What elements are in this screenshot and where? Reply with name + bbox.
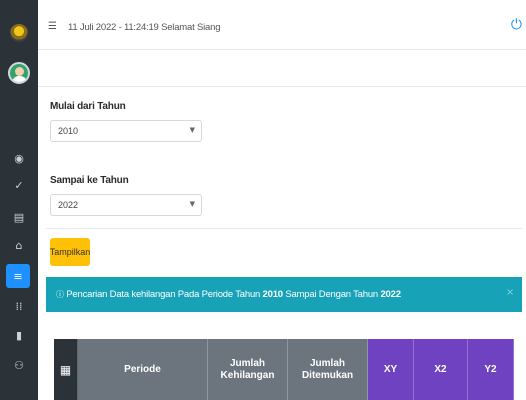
start-year-label: Mulai dari Tahun	[50, 101, 126, 112]
divider	[46, 228, 522, 229]
users-icon[interactable]: ⚇	[0, 352, 38, 378]
avatar-face	[15, 67, 24, 76]
column-header-xy[interactable]: XY	[368, 339, 414, 400]
document-icon[interactable]: ▮	[0, 322, 38, 348]
id-card-icon[interactable]: ▤	[0, 204, 38, 230]
column-header-jumlah-ditemukan[interactable]: Jumlah Ditemukan	[288, 339, 368, 400]
chevron-down-icon: ▼	[189, 200, 195, 208]
sidebar: ◉ ✓ ▤ ⌂ ≡ ⁞⁞ ▮ ⚇	[0, 0, 38, 400]
column-header-periode[interactable]: Periode	[78, 339, 208, 400]
alert-middle: Sampai Dengan Tahun	[282, 289, 381, 300]
divider	[38, 86, 526, 87]
alert-year-to: 2022	[380, 289, 401, 300]
column-header-x2[interactable]: X2	[414, 339, 468, 400]
check-icon[interactable]: ✓	[0, 172, 38, 198]
info-alert: ⓘ Pencarian Data kehilangan Pada Periode…	[46, 277, 522, 312]
inbox-icon[interactable]: ⌂	[0, 232, 38, 258]
grid-icon[interactable]: ⁞⁞	[0, 293, 38, 319]
column-header-jumlah-kehilangan[interactable]: Jumlah Kehilangan	[208, 339, 288, 400]
user-avatar-icon[interactable]	[8, 62, 30, 84]
qr-code-icon: ▦	[54, 339, 78, 400]
list-icon[interactable]: ≡	[6, 264, 30, 288]
police-emblem-icon[interactable]	[10, 24, 28, 42]
hamburger-icon[interactable]: ☰	[48, 21, 57, 32]
avatar-body	[12, 76, 27, 82]
column-header-y2[interactable]: Y2	[468, 339, 514, 400]
end-year-select[interactable]: 2022 ▼	[50, 194, 202, 216]
alert-prefix: Pencarian Data kehilangan Pada Periode T…	[66, 289, 263, 300]
power-icon[interactable]: ⏻	[511, 17, 522, 33]
topbar: ☰ 11 Juli 2022 - 11:24:19 Selamat Siang …	[38, 0, 526, 50]
end-year-value: 2022	[58, 200, 79, 210]
show-button[interactable]: Tampilkan	[50, 238, 90, 266]
start-year-select[interactable]: 2010 ▼	[50, 120, 202, 142]
datetime-text: 11 Juli 2022 - 11:24:19 Selamat Siang	[68, 22, 221, 33]
chevron-down-icon: ▼	[189, 126, 195, 134]
start-year-value: 2010	[58, 126, 79, 136]
end-year-label: Sampai ke Tahun	[50, 175, 129, 186]
info-icon: ⓘ	[56, 290, 64, 299]
alert-message: ⓘ Pencarian Data kehilangan Pada Periode…	[56, 289, 401, 300]
alert-year-from: 2010	[262, 289, 284, 300]
dashboard-icon[interactable]: ◉	[0, 145, 38, 171]
close-icon[interactable]: ×	[506, 287, 514, 298]
data-table: ▦ Periode Jumlah Kehilangan Jumlah Ditem…	[54, 339, 514, 400]
